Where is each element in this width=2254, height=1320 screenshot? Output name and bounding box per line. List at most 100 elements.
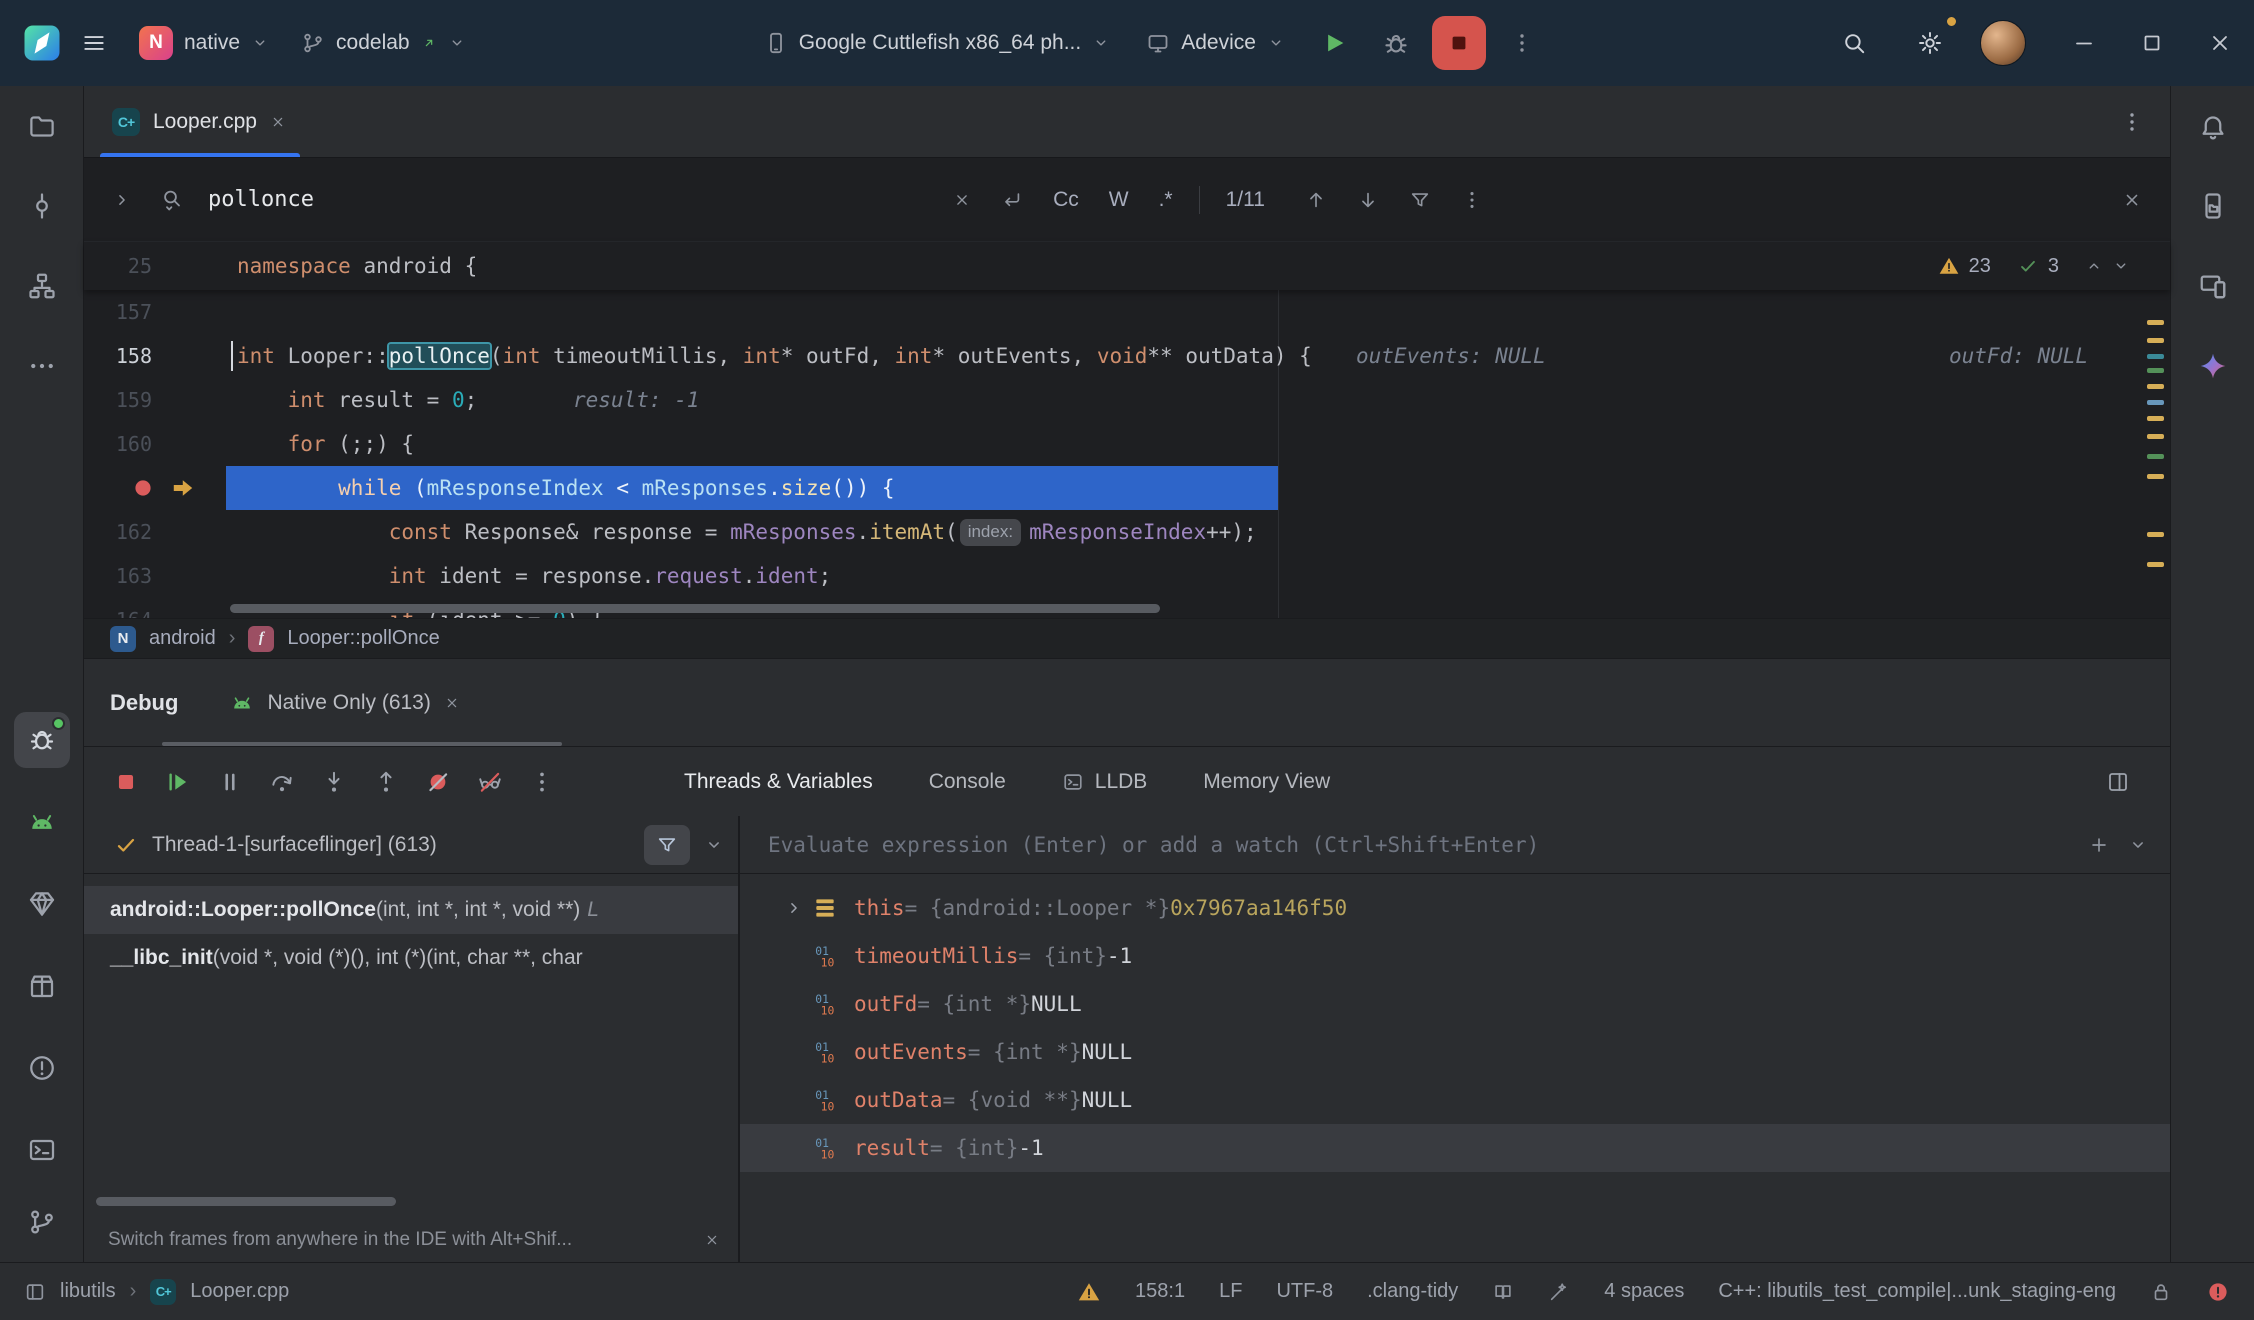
toolchain-config[interactable]: C++: libutils_test_compile|...unk_stagin…: [1718, 1280, 2116, 1303]
variable-row-outEvents[interactable]: 0110outEvents = {int *} NULL: [740, 1028, 2170, 1076]
evaluate-input[interactable]: Evaluate expression (Enter) or add a wat…: [768, 833, 2070, 857]
minimize-button[interactable]: [2072, 31, 2096, 55]
code-text[interactable]: const Response& response = mResponses.it…: [237, 510, 2170, 554]
code-line-157[interactable]: 157: [84, 290, 2170, 334]
variable-row-this[interactable]: this = {android::Looper *} 0x7967aa146f5…: [740, 884, 2170, 932]
match-case-toggle[interactable]: Cc: [1053, 188, 1079, 212]
expand-replace-icon[interactable]: [112, 190, 132, 210]
stripe-mark[interactable]: [2147, 562, 2164, 567]
highlighting-level-icon[interactable]: [1548, 1281, 1570, 1303]
tab-options-icon[interactable]: [2120, 110, 2144, 134]
previous-problem-icon[interactable]: [2085, 257, 2103, 275]
stripe-mark[interactable]: [2147, 368, 2164, 373]
stripe-mark[interactable]: [2147, 338, 2164, 343]
code-text[interactable]: while (mResponseIndex < mResponses.size(…: [237, 466, 2170, 510]
hide-frames-filter-button[interactable]: [644, 825, 690, 865]
breadcrumb-function[interactable]: Looper::pollOnce: [287, 627, 439, 650]
sidebar-item-gemini[interactable]: [2185, 338, 2241, 394]
sidebar-item-running-devices[interactable]: [2185, 258, 2241, 314]
sidebar-item-structure[interactable]: [14, 258, 70, 314]
maximize-button[interactable]: [2140, 31, 2164, 55]
frames-scrollbar[interactable]: [96, 1197, 396, 1206]
code-text[interactable]: int Looper::pollOnce(int timeoutMillis, …: [237, 334, 2170, 378]
line-number[interactable]: 160: [84, 432, 152, 456]
lock-icon[interactable]: [2150, 1281, 2172, 1303]
run-configuration-selector[interactable]: N native: [126, 16, 282, 70]
main-menu-button[interactable]: [68, 17, 120, 69]
regex-toggle[interactable]: .*: [1159, 188, 1173, 212]
debug-tab-console[interactable]: Console: [929, 770, 1006, 794]
error-stripe[interactable]: [2147, 86, 2167, 618]
watches-off-button[interactable]: [468, 760, 512, 804]
settings-button[interactable]: [1904, 17, 1956, 69]
sidebar-item-debug[interactable]: [14, 712, 70, 768]
debug-button[interactable]: [1370, 17, 1422, 69]
breadcrumb-namespace[interactable]: android: [149, 627, 216, 650]
mute-breakpoints-button[interactable]: [416, 760, 460, 804]
close-session-icon[interactable]: [444, 695, 460, 711]
close-tab-icon[interactable]: [270, 114, 286, 130]
line-number[interactable]: 159: [84, 388, 152, 412]
sidebar-item-app-quality-insights[interactable]: [14, 958, 70, 1014]
horizontal-scrollbar[interactable]: [230, 604, 1160, 613]
code-text[interactable]: int result = 0;result: -1: [237, 378, 2170, 422]
more-button[interactable]: [520, 760, 564, 804]
stripe-mark[interactable]: [2147, 474, 2164, 479]
chevron-down-icon[interactable]: [704, 835, 724, 855]
code-line-160[interactable]: 160 for (;;) {: [84, 422, 2170, 466]
stripe-mark[interactable]: [2147, 454, 2164, 459]
line-number[interactable]: 158: [84, 344, 152, 368]
breakpoint-icon[interactable]: [130, 475, 156, 501]
sidebar-item-commit[interactable]: [14, 178, 70, 234]
adevice-selector[interactable]: Adevice: [1133, 21, 1298, 65]
sidebar-item-profiler[interactable]: [14, 876, 70, 932]
line-number[interactable]: 163: [84, 564, 152, 588]
stripe-mark[interactable]: [2147, 532, 2164, 537]
line-ending[interactable]: LF: [1219, 1280, 1242, 1303]
stop-button[interactable]: [1432, 16, 1486, 70]
clang-tidy-status[interactable]: .clang-tidy: [1367, 1280, 1458, 1303]
stripe-mark[interactable]: [2147, 320, 2164, 325]
sidebar-item-version-control[interactable]: [14, 1194, 70, 1250]
sidebar-item-problems[interactable]: [14, 1040, 70, 1096]
previous-match-icon[interactable]: [1305, 189, 1327, 211]
next-match-icon[interactable]: [1357, 189, 1379, 211]
variable-row-timeoutMillis[interactable]: 0110timeoutMillis = {int} -1: [740, 932, 2170, 980]
layout-settings-icon[interactable]: [2106, 770, 2130, 794]
search-everywhere-button[interactable]: [1828, 17, 1880, 69]
sidebar-item-project[interactable]: [14, 98, 70, 154]
sidebar-item-notifications[interactable]: [2185, 98, 2241, 154]
warning-icon[interactable]: [1077, 1280, 1101, 1304]
stripe-mark[interactable]: [2147, 354, 2164, 359]
code-line-159[interactable]: 159 int result = 0;result: -1: [84, 378, 2170, 422]
words-toggle[interactable]: W: [1109, 188, 1129, 212]
step-over-button[interactable]: [260, 760, 304, 804]
stripe-mark[interactable]: [2147, 416, 2164, 421]
error-indicator-icon[interactable]: [2206, 1280, 2230, 1304]
debug-tab-lldb[interactable]: LLDB: [1062, 770, 1148, 794]
status-file[interactable]: Looper.cpp: [190, 1280, 289, 1303]
file-encoding[interactable]: UTF-8: [1276, 1280, 1333, 1303]
newline-icon[interactable]: [1001, 189, 1023, 211]
code-line-163[interactable]: 163 int ident = response.request.ident;: [84, 554, 2170, 598]
search-history-icon[interactable]: [160, 188, 184, 212]
tab-looper-cpp[interactable]: C+ Looper.cpp: [92, 86, 308, 157]
code-line-158[interactable]: 158 int Looper::pollOnce(int timeoutMilli…: [84, 334, 2170, 378]
more-actions-button[interactable]: [1496, 17, 1548, 69]
search-input[interactable]: pollonce: [208, 187, 314, 212]
code-line-162[interactable]: 162 const Response& response = mResponse…: [84, 510, 2170, 554]
step-out-button[interactable]: [364, 760, 408, 804]
line-number[interactable]: 162: [84, 520, 152, 544]
dismiss-hint-icon[interactable]: [704, 1232, 720, 1248]
thread-selector[interactable]: Thread-1-[surfaceflinger] (613): [84, 816, 738, 874]
chevron-down-icon[interactable]: [2128, 835, 2148, 855]
debug-tab-threads-variables[interactable]: Threads & Variables: [684, 770, 873, 794]
tool-window-toggle-icon[interactable]: [24, 1281, 46, 1303]
sticky-line[interactable]: 25 namespace android { 23 3: [84, 242, 2170, 290]
sidebar-item-logcat[interactable]: [14, 794, 70, 850]
sidebar-item-more[interactable]: [14, 338, 70, 394]
expand-icon[interactable]: [776, 898, 812, 918]
pause-button[interactable]: [208, 760, 252, 804]
stripe-mark[interactable]: [2147, 384, 2164, 389]
search-filter-icon[interactable]: [1409, 189, 1431, 211]
